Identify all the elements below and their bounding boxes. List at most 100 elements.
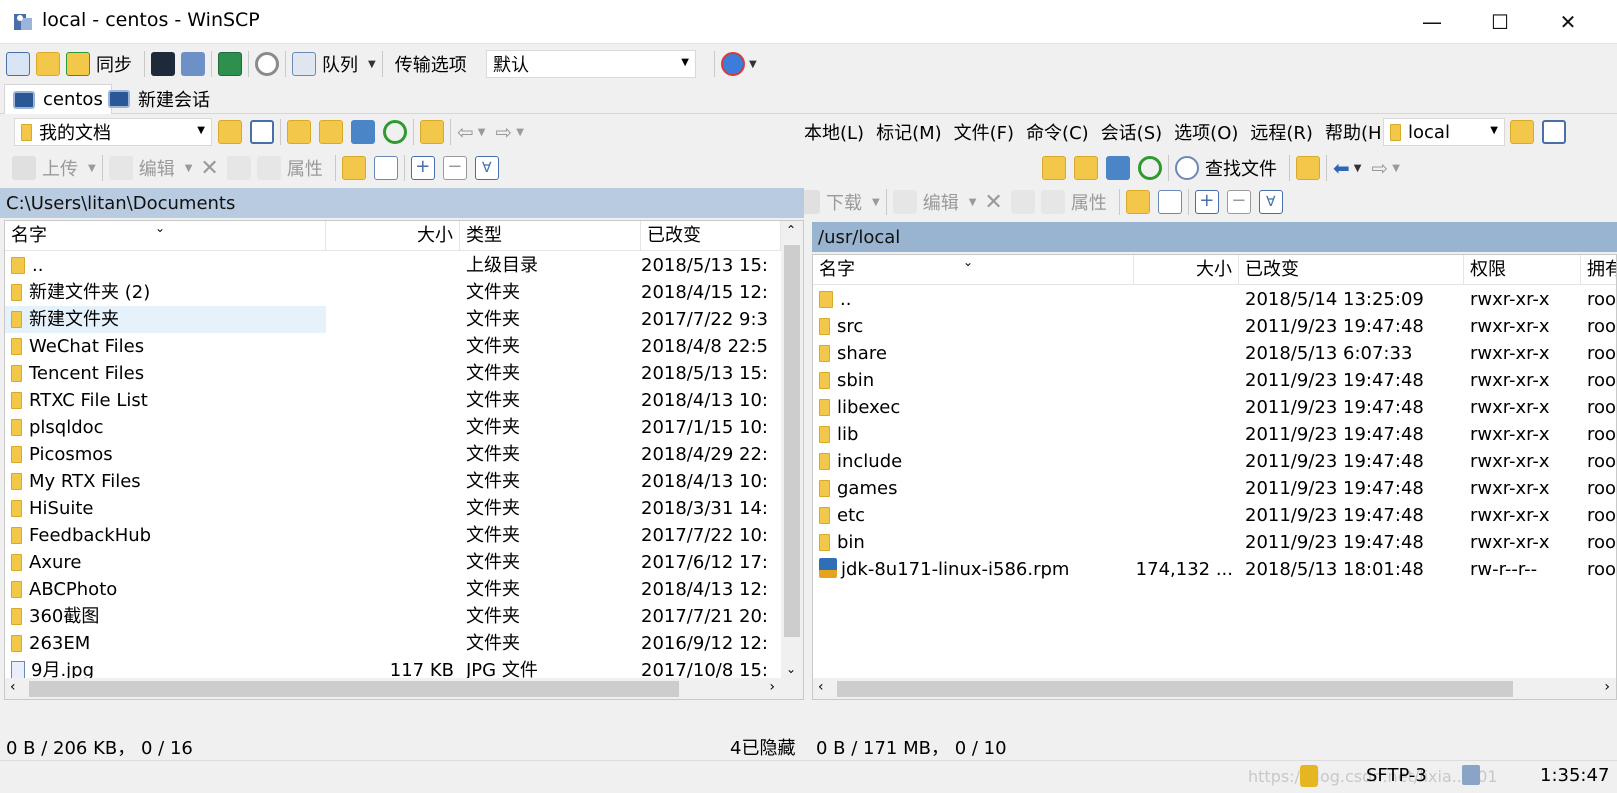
table-row[interactable]: 263EM [5,630,326,657]
chevron-down-icon[interactable]: ▼ [681,57,689,68]
table-row[interactable]: share 2018/5/13 6:07:33 rwxr-xr-x roo [813,340,1616,367]
local-horizontal-scrollbar[interactable]: ‹ › [5,678,803,699]
column-name[interactable]: 名字 ⌄ [813,255,1134,285]
chevron-down-icon[interactable]: ▼ [368,59,376,70]
table-row[interactable]: .. 2018/5/14 13:25:09 rwxr-xr-x roo [813,286,1616,313]
scroll-right-icon[interactable]: › [769,679,775,695]
table-row[interactable]: My RTX Files [5,468,326,495]
table-row[interactable]: bin 2011/9/23 19:47:48 rwxr-xr-x roo [813,529,1616,556]
column-owner[interactable]: 拥有 [1581,255,1616,285]
table-row[interactable]: 新建文件夹 (2) [5,279,326,306]
table-row[interactable]: ABCPhoto [5,576,326,603]
filter-icon[interactable] [250,120,274,144]
compare-directories-icon[interactable] [6,52,30,76]
new-folder-icon[interactable] [1125,190,1150,214]
properties-icon[interactable] [1040,190,1065,214]
chevron-down-icon[interactable]: ▼ [1392,163,1400,174]
edit-icon[interactable] [108,156,133,180]
parent-directory-icon[interactable] [1042,156,1066,180]
tab-new-session[interactable]: 新建会话 [100,84,218,114]
scroll-down-icon[interactable]: ⌄ [786,662,796,676]
properties-icon[interactable] [256,156,281,180]
edit-icon[interactable] [892,190,917,214]
table-row[interactable]: etc 2011/9/23 19:47:48 rwxr-xr-x roo [813,502,1616,529]
chevron-down-icon[interactable]: ▼ [185,163,193,174]
delete-icon[interactable]: ✕ [984,190,1002,215]
delete-icon[interactable]: ✕ [200,156,218,181]
forward-arrow-icon[interactable]: ⇨ [1371,156,1388,180]
table-row[interactable]: Tencent Files [5,360,326,387]
terminal-icon[interactable] [151,52,175,76]
table-row-details[interactable]: 文件夹 2018/5/13 15: [326,360,781,387]
rename-icon[interactable] [1010,190,1035,214]
table-row-details[interactable]: 文件夹 2018/4/8 22:5 [326,333,781,360]
table-row[interactable]: src 2011/9/23 19:47:48 rwxr-xr-x roo [813,313,1616,340]
open-folder-icon[interactable] [1510,120,1534,144]
invert-selection-icon[interactable]: ∀ [474,156,499,180]
scrollbar-thumb[interactable] [29,681,679,697]
menu-options[interactable]: 选项(O) [1174,119,1238,145]
scrollbar-thumb[interactable] [784,245,800,637]
open-folder-icon[interactable] [218,120,242,144]
new-folder-icon[interactable] [341,156,366,180]
chevron-down-icon[interactable]: ▼ [969,197,977,208]
sync-arrows-icon[interactable] [721,52,745,76]
column-size[interactable]: 大小 [1134,255,1239,285]
properties-button[interactable]: 属性 [287,155,323,181]
select-plus-icon[interactable]: + [1194,190,1219,214]
putty-icon[interactable] [181,52,205,76]
menu-session[interactable]: 会话(S) [1101,119,1162,145]
minimize-button[interactable]: — [1398,0,1466,44]
table-row[interactable]: Picosmos [5,441,326,468]
local-vertical-scrollbar[interactable]: ⌃ ⌄ [781,221,803,678]
queue-button[interactable]: 队列 [322,51,358,77]
menu-help[interactable]: 帮助(H) [1325,119,1389,145]
synchronize-browsing-icon[interactable] [36,52,60,76]
table-row[interactable]: FeedbackHub [5,522,326,549]
column-type[interactable]: 类型 [460,221,641,251]
menu-mark[interactable]: 标记(M) [876,119,942,145]
select-plus-icon[interactable]: + [410,156,435,180]
menu-file[interactable]: 文件(F) [954,119,1014,145]
select-minus-icon[interactable]: − [442,156,467,180]
chevron-down-icon[interactable]: ▼ [872,197,880,208]
chevron-down-icon[interactable]: ▼ [88,163,96,174]
scroll-left-icon[interactable]: ‹ [10,679,16,695]
local-drive-select[interactable]: 我的文档 ▼ [14,118,212,146]
chevron-down-icon[interactable]: ▼ [478,127,486,138]
refresh-icon[interactable] [1138,156,1162,180]
root-directory-icon[interactable] [1074,156,1098,180]
invert-selection-icon[interactable]: ∀ [1258,190,1283,214]
parent-directory-icon[interactable] [287,120,311,144]
table-row-details[interactable]: 文件夹 2017/7/22 9:3 [326,306,781,333]
local-file-list[interactable]: 名字 ⌄ 大小 类型 已改变 .. 上级目录 2018/5/13 15: 新建文件夹 (… [4,220,804,700]
chevron-down-icon[interactable]: ▼ [516,127,524,138]
table-row-details[interactable]: 文件夹 2018/4/29 22: [326,441,781,468]
column-rights[interactable]: 权限 [1464,255,1581,285]
scroll-up-icon[interactable]: ⌃ [786,223,796,237]
close-button[interactable]: ✕ [1534,0,1602,44]
synchronize-button[interactable]: 同步 [96,51,132,77]
table-row[interactable]: sbin 2011/9/23 19:47:48 rwxr-xr-x roo [813,367,1616,394]
table-row-details[interactable]: 文件夹 2017/7/21 20: [326,603,781,630]
tree-icon[interactable] [420,120,444,144]
upload-icon[interactable] [12,156,36,180]
download-button[interactable]: 下载 [826,189,862,215]
find-files-button[interactable]: 查找文件 [1205,155,1277,181]
rename-icon[interactable] [226,156,251,180]
table-row-details[interactable]: 文件夹 2017/7/22 10: [326,522,781,549]
table-row-details[interactable]: 上级目录 2018/5/13 15: [326,252,781,279]
lock-icon[interactable] [1300,765,1318,787]
back-arrow-icon[interactable]: ⇦ [457,120,474,144]
root-directory-icon[interactable] [319,120,343,144]
edit-button[interactable]: 编辑 [923,189,959,215]
chevron-down-icon[interactable]: ▼ [1490,125,1498,136]
table-row-details[interactable]: 文件夹 2018/4/13 10: [326,387,781,414]
table-row[interactable]: plsqldoc [5,414,326,441]
table-row-details[interactable]: 文件夹 2016/9/12 12: [326,630,781,657]
table-row[interactable]: RTXC File List [5,387,326,414]
table-row[interactable]: include 2011/9/23 19:47:48 rwxr-xr-x roo [813,448,1616,475]
back-arrow-icon[interactable]: ⬅ [1333,156,1350,180]
table-row[interactable]: libexec 2011/9/23 19:47:48 rwxr-xr-x roo [813,394,1616,421]
refresh-icon[interactable] [383,120,407,144]
